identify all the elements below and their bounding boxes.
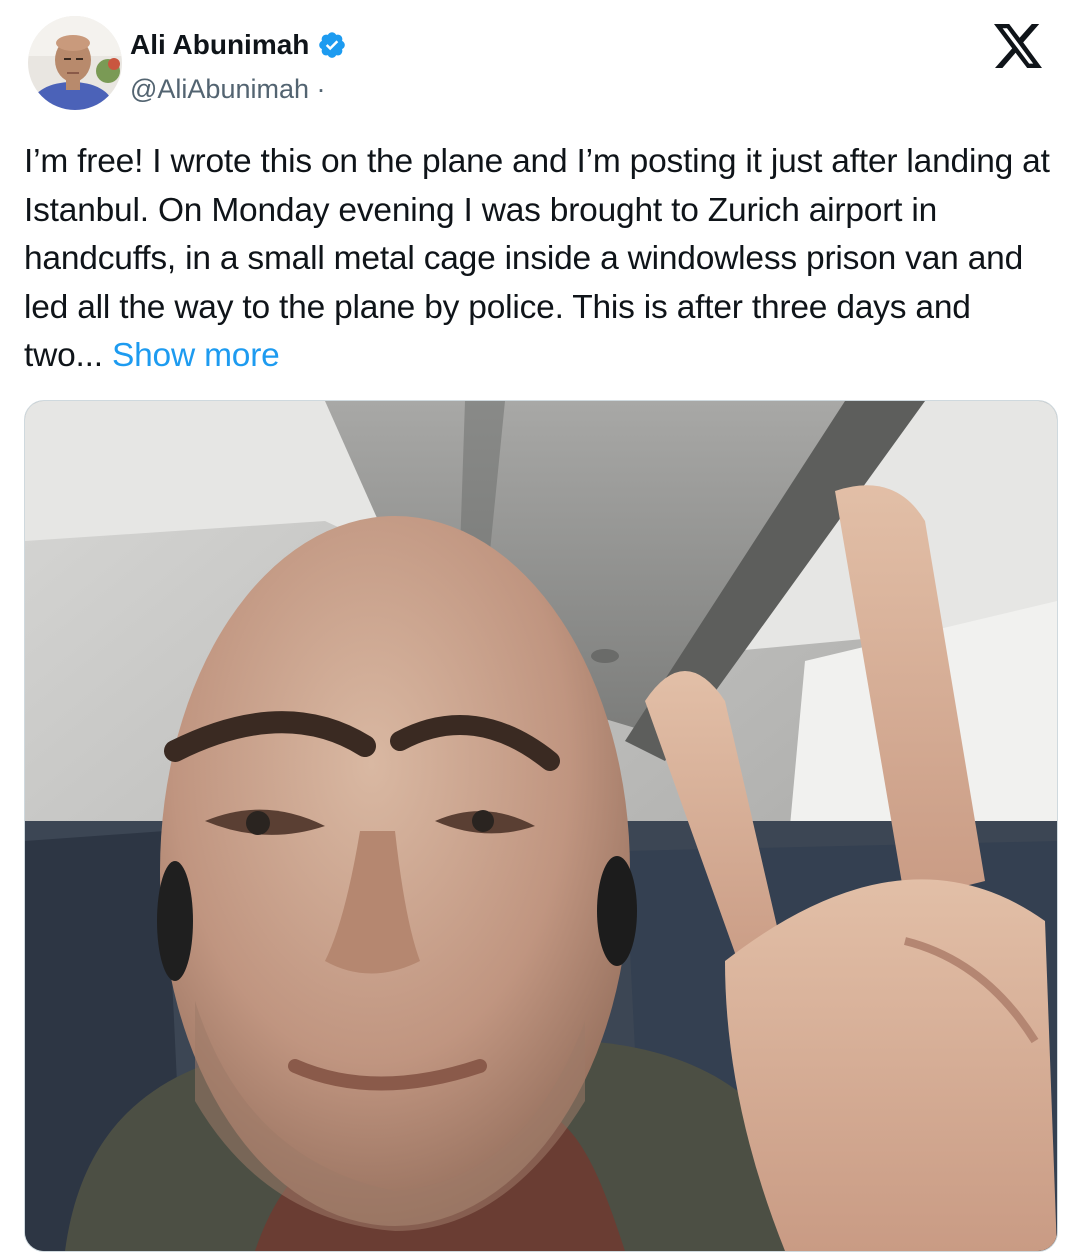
- tweet-body: I’m free! I wrote this on the plane and …: [24, 138, 1058, 381]
- handle-separator: ·: [316, 74, 326, 104]
- author-name-row: Ali Abunimah: [130, 28, 347, 62]
- author-handle-row: @AliAbunimah ·: [130, 72, 326, 106]
- verified-badge-icon: [317, 30, 347, 60]
- author-avatar[interactable]: [28, 16, 122, 110]
- avatar-photo: [28, 16, 122, 110]
- author-display-name[interactable]: Ali Abunimah: [130, 28, 309, 62]
- selfie-photo: [25, 401, 1057, 1251]
- author-handle[interactable]: @AliAbunimah: [130, 74, 309, 104]
- x-logo-icon[interactable]: [982, 22, 1054, 70]
- tweet-photo[interactable]: [24, 400, 1058, 1252]
- show-more-link[interactable]: Show more: [112, 337, 280, 374]
